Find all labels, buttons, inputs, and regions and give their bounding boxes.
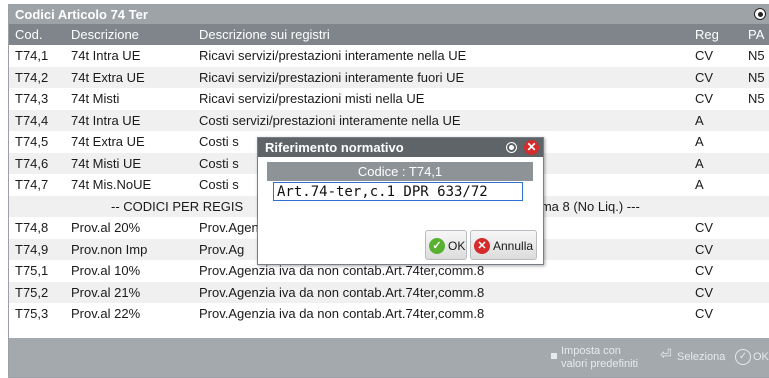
table-row[interactable]: T74,4 74t Intra UE Costi servizi/prestaz… bbox=[9, 109, 769, 131]
imposta-valori-predefiniti-button[interactable]: Imposta con valori predefiniti bbox=[548, 343, 653, 373]
cell-desc: Prov.al 22% bbox=[71, 306, 141, 321]
footer-toolbar: Imposta con valori predefiniti ⏎ Selezio… bbox=[9, 338, 769, 377]
check-icon: ✓ bbox=[735, 349, 751, 365]
imposta-label-line1: Imposta con bbox=[561, 345, 621, 357]
cell-cod: T75,3 bbox=[15, 306, 49, 321]
cell-desc: 74t Extra UE bbox=[71, 134, 145, 149]
cell-reg-desc: Prov.Agenzia iva da non contab.Art.74ter… bbox=[199, 306, 485, 321]
cell-desc: Prov.al 20% bbox=[71, 220, 141, 235]
close-icon[interactable]: ✕ bbox=[524, 140, 539, 155]
cell-reg: A bbox=[695, 112, 704, 128]
header-registri[interactable]: Descrizione sui registri bbox=[199, 24, 330, 45]
cell-reg-desc: Ricavi servizi/prestazioni interamente f… bbox=[199, 69, 465, 85]
cell-desc: 74t Misti UE bbox=[71, 155, 142, 171]
header-pa[interactable]: PA bbox=[748, 24, 764, 45]
codice-label: Codice : T74,1 bbox=[267, 162, 533, 181]
ok-footer-label: OK bbox=[753, 351, 769, 363]
cell-desc: Prov.al 21% bbox=[71, 284, 141, 300]
cell-reg-desc: Prov.Ag bbox=[199, 241, 245, 257]
cell-cod: T74,9 bbox=[15, 241, 49, 257]
cell-reg: CV bbox=[695, 220, 714, 235]
check-icon: ✓ bbox=[429, 238, 445, 254]
table-row[interactable]: T74,1 74t Intra UE Ricavi servizi/presta… bbox=[9, 45, 769, 67]
ok-footer-button[interactable]: ✓ OK bbox=[731, 343, 769, 373]
cell-cod: T74,3 bbox=[15, 91, 49, 106]
cell-pa: N5 bbox=[748, 91, 765, 106]
cell-cod: T74,6 bbox=[15, 155, 49, 171]
cell-desc: 74t Mis.NoUE bbox=[71, 177, 152, 192]
seleziona-label: Seleziona bbox=[677, 351, 726, 363]
cell-reg: CV bbox=[695, 91, 714, 106]
cell-reg-desc: Prov.Agenzia iva da non contab.Art.74ter… bbox=[199, 284, 485, 300]
x-icon: ✕ bbox=[474, 238, 490, 254]
cell-pa: N5 bbox=[748, 48, 765, 63]
cell-reg-desc: Costi s bbox=[199, 134, 239, 149]
cell-reg: CV bbox=[695, 48, 714, 63]
annulla-button[interactable]: ✕ Annulla bbox=[470, 230, 537, 260]
cell-pa: N5 bbox=[748, 69, 765, 85]
header-cod[interactable]: Cod. bbox=[15, 24, 42, 45]
cell-desc: 74t Extra UE bbox=[71, 69, 145, 85]
table-row[interactable]: T75,2 Prov.al 21% Prov.Agenzia iva da no… bbox=[9, 281, 769, 303]
cell-reg-desc: Ricavi servizi/prestazioni interamente n… bbox=[199, 48, 467, 63]
cell-desc: 74t Intra UE bbox=[71, 112, 141, 128]
cell-reg-desc: Costi servizi/prestazioni interamente ne… bbox=[199, 112, 461, 128]
dialog-title: Riferimento normativo bbox=[265, 140, 404, 155]
cell-cod: T74,5 bbox=[15, 134, 49, 149]
table-header: Cod. Descrizione Descrizione sui registr… bbox=[9, 24, 769, 45]
cell-desc: 74t Intra UE bbox=[71, 48, 141, 63]
section-label-right: mma 8 (No Liq.) --- bbox=[530, 198, 640, 214]
select-icon: ⏎ bbox=[660, 346, 672, 362]
window-title: Codici Articolo 74 Ter bbox=[15, 7, 148, 22]
cell-cod: T75,2 bbox=[15, 284, 49, 300]
cell-reg: A bbox=[695, 177, 704, 192]
cell-reg-desc: Costi s bbox=[199, 177, 239, 192]
ok-label: OK bbox=[448, 239, 466, 253]
cell-cod: T74,7 bbox=[15, 177, 49, 192]
dialog-titlebar: Riferimento normativo ✕ bbox=[258, 138, 543, 157]
cell-reg-desc: Costi s bbox=[199, 155, 239, 171]
header-reg[interactable]: Reg bbox=[695, 24, 719, 45]
cell-reg: CV bbox=[695, 241, 714, 257]
cell-reg: CV bbox=[695, 69, 714, 85]
table-row[interactable]: T74,2 74t Extra UE Ricavi servizi/presta… bbox=[9, 66, 769, 88]
cell-reg: CV bbox=[695, 284, 714, 300]
cell-cod: T74,2 bbox=[15, 69, 49, 85]
cell-desc: 74t Misti bbox=[71, 91, 120, 106]
section-label-left: -- CODICI PER REGIS bbox=[111, 198, 244, 214]
cell-reg: CV bbox=[695, 263, 714, 278]
cell-reg: A bbox=[695, 134, 704, 149]
cell-desc: Prov.al 10% bbox=[71, 263, 141, 278]
cell-cod: T74,1 bbox=[15, 48, 49, 63]
cell-cod: T74,8 bbox=[15, 220, 49, 235]
ok-button[interactable]: ✓ OK bbox=[425, 230, 467, 260]
table-row[interactable]: T74,3 74t Misti Ricavi servizi/prestazio… bbox=[9, 88, 769, 110]
cell-reg-desc: Prov.Agen bbox=[199, 220, 259, 235]
riferimento-normativo-dialog: Riferimento normativo ✕ Codice : T74,1 A… bbox=[257, 137, 544, 265]
table-row[interactable]: T75,3 Prov.al 22% Prov.Agenzia iva da no… bbox=[9, 303, 769, 325]
header-descrizione[interactable]: Descrizione bbox=[71, 24, 139, 45]
seleziona-button[interactable]: ⏎ Seleziona bbox=[654, 343, 728, 373]
dialog-radio-icon[interactable] bbox=[506, 142, 517, 153]
cell-cod: T75,1 bbox=[15, 263, 49, 278]
cell-reg: CV bbox=[695, 306, 714, 321]
square-icon bbox=[551, 353, 557, 359]
window-radio-icon[interactable] bbox=[754, 8, 766, 20]
cell-cod: T74,4 bbox=[15, 112, 49, 128]
cell-desc: Prov.non Imp bbox=[71, 241, 148, 257]
window-titlebar: Codici Articolo 74 Ter bbox=[9, 5, 769, 24]
annulla-label: Annulla bbox=[493, 239, 534, 253]
riferimento-input[interactable]: Art.74-ter,c.1 DPR 633/72 bbox=[273, 182, 523, 201]
imposta-label-line2: valori predefiniti bbox=[561, 358, 639, 370]
cell-reg: A bbox=[695, 155, 704, 171]
cell-reg-desc: Ricavi servizi/prestazioni misti nella U… bbox=[199, 91, 425, 106]
